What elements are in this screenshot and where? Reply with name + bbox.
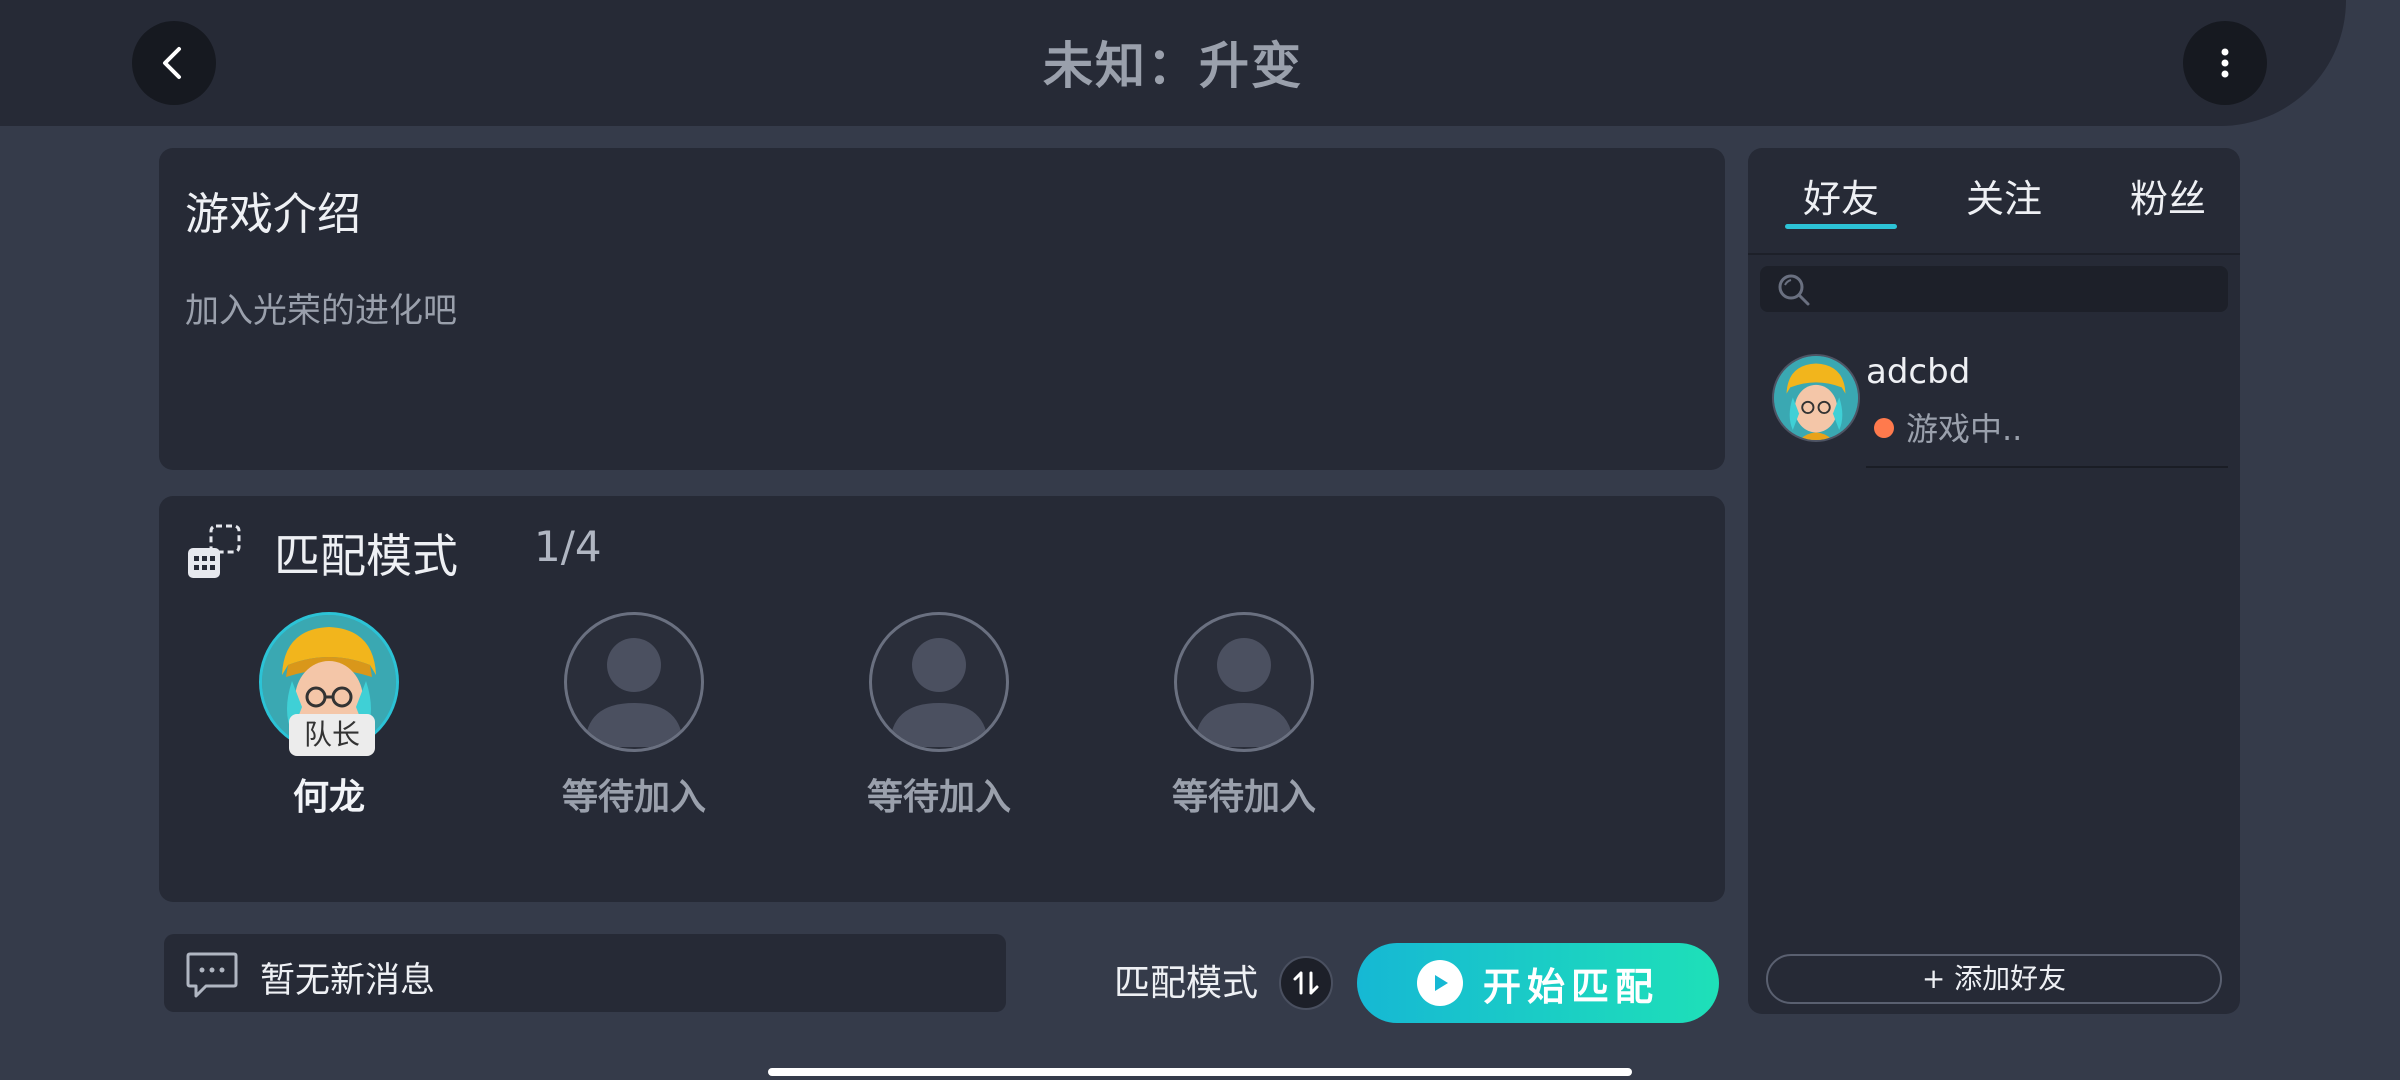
more-vertical-icon xyxy=(2221,48,2229,78)
avatar-placeholder xyxy=(1174,612,1314,752)
page-title: 未知：升变 xyxy=(1043,37,1303,95)
player-slot-leader[interactable]: 队长 何龙 xyxy=(244,612,414,820)
divider xyxy=(1866,466,2228,468)
slot-waiting-label: 等待加入 xyxy=(561,777,706,818)
slot-waiting-label: 等待加入 xyxy=(866,777,1011,818)
avatar-placeholder xyxy=(869,612,1009,752)
match-title: 匹配模式 xyxy=(274,529,458,583)
start-match-label: 开始匹配 xyxy=(1482,964,1659,1009)
swap-mode-button[interactable] xyxy=(1279,956,1333,1010)
tab-friends[interactable]: 好友 xyxy=(1803,168,1879,223)
avatar-placeholder xyxy=(564,612,704,752)
game-intro-panel: 游戏介绍 加入光荣的进化吧 xyxy=(159,148,1725,470)
tab-following[interactable]: 关注 xyxy=(1966,168,2042,223)
search-icon xyxy=(1778,274,1810,306)
intro-title: 游戏介绍 xyxy=(185,189,361,240)
message-text: 暂无新消息 xyxy=(260,961,436,1001)
message-bar[interactable]: 暂无新消息 xyxy=(164,934,1006,1012)
player-name: 何龙 xyxy=(292,777,365,818)
friends-panel: 好友 关注 粉丝 adcbd 游戏中.. + 添加好友 xyxy=(1748,148,2240,1014)
friend-status: 游戏中.. xyxy=(1906,410,2023,448)
friend-search-input[interactable] xyxy=(1760,266,2228,312)
swap-icon xyxy=(1293,971,1319,995)
more-button[interactable] xyxy=(2183,21,2267,105)
friends-tabs: 好友 关注 粉丝 xyxy=(1748,148,2240,255)
tab-fans[interactable]: 粉丝 xyxy=(2130,168,2206,223)
chat-icon xyxy=(186,952,238,998)
add-friend-button[interactable]: + 添加好友 xyxy=(1766,954,2222,1004)
leader-badge: 队长 xyxy=(289,714,375,756)
friend-name: adcbd xyxy=(1866,352,1971,392)
slot-waiting-label: 等待加入 xyxy=(1171,777,1316,818)
match-count: 1/4 xyxy=(534,522,602,571)
home-indicator xyxy=(768,1068,1632,1076)
active-tab-indicator xyxy=(1785,224,1897,229)
intro-text: 加入光荣的进化吧 xyxy=(185,291,457,331)
play-icon xyxy=(1416,960,1463,1006)
start-match-button[interactable]: 开始匹配 xyxy=(1357,943,1719,1023)
status-dot xyxy=(1874,418,1894,438)
match-panel: 匹配模式 1/4 队长 何龙 等待加入 等待加入 等待加入 xyxy=(159,496,1725,902)
match-mode-label: 匹配模式 xyxy=(1114,963,1259,1004)
match-mode-icon xyxy=(188,524,241,578)
friend-avatar xyxy=(1772,354,1860,442)
player-slot-empty[interactable]: 等待加入 xyxy=(549,612,719,820)
avatar: 队长 xyxy=(259,612,399,756)
player-slot-empty[interactable]: 等待加入 xyxy=(854,612,1024,820)
player-slot-empty[interactable]: 等待加入 xyxy=(1159,612,1329,820)
top-bar: 未知：升变 xyxy=(0,0,2346,126)
